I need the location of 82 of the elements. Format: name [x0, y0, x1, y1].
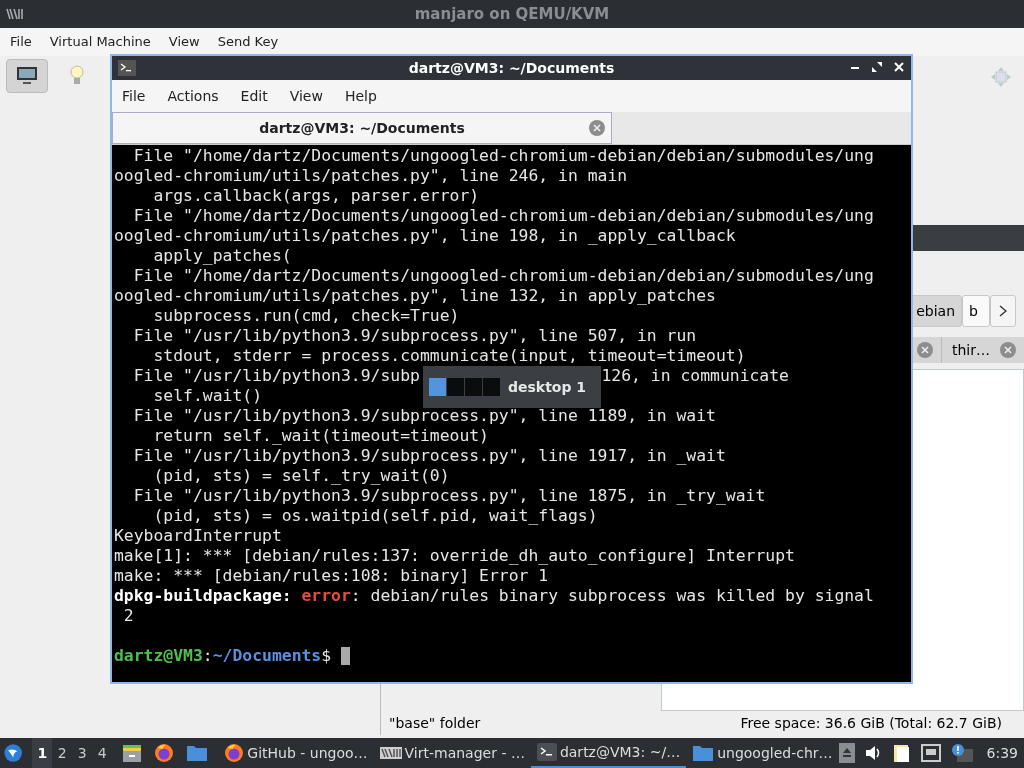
- output-line: self.wait(): [152, 386, 263, 406]
- output-line: (pid, sts) = self._try_wait(0): [152, 466, 450, 486]
- workspace-button[interactable]: 3: [72, 738, 93, 768]
- clipboard-icon[interactable]: [892, 743, 911, 763]
- tab[interactable]: thir…: [952, 339, 990, 361]
- output-line: make[1]: *** [debian/rules:137: override_dh_auto_configure] Interrupt: [114, 546, 795, 566]
- tab[interactable]: b: [962, 295, 990, 327]
- taskbar-button[interactable]: Virt-manager - …: [373, 738, 531, 768]
- chevron-right-icon: [999, 305, 1007, 317]
- output-line: (pid, sts) = os.waitpid(self.pid, wait_flags): [152, 506, 598, 526]
- output-line: File "/usr/lib/python3.9/subprocess.py", line 1917, in _wait: [132, 446, 726, 466]
- menu-item[interactable]: View: [289, 85, 323, 107]
- output-line: File "/home/dartz/Documents/ungoogled-chromium-debian/debian/submodules/ung: [132, 266, 874, 286]
- close-tab-icon[interactable]: [1000, 342, 1016, 358]
- task-label: ungoogled-chr…: [717, 743, 833, 763]
- eject-icon[interactable]: [838, 743, 855, 763]
- menu-item[interactable]: Virtual Machine: [49, 32, 151, 52]
- output-line: File "/home/dartz/Documents/ungoogled-chromium-debian/debian/submodules/ung: [132, 206, 874, 226]
- folder-icon: [186, 744, 209, 762]
- menu-item[interactable]: Actions: [167, 85, 219, 107]
- task-label: Virt-manager - …: [404, 743, 525, 763]
- output-line: 2: [122, 606, 134, 626]
- output-line: oogled-chromium/utils/patches.py", line 132, in apply_patches: [114, 286, 716, 306]
- output-line: dpkg-buildpackage: error: debian/rules binary subprocess was killed by signal: [114, 586, 874, 606]
- app-logo-icon: [6, 8, 24, 20]
- output-line: oogled-chromium/utils/patches.py", line 198, in _apply_callback: [114, 226, 736, 246]
- output-line: KeyboardInterrupt: [114, 526, 282, 546]
- window-title: manjaro on QEMU/KVM: [414, 3, 610, 25]
- terminal-icon: [536, 743, 557, 761]
- move-icon: [990, 66, 1012, 88]
- workspace-button[interactable]: 2: [52, 738, 73, 768]
- output-line: subprocess.run(cmd, check=True): [152, 306, 460, 326]
- task-label: dartz@VM3: ~/…: [559, 742, 681, 762]
- close-tab-icon[interactable]: [589, 120, 605, 136]
- cursor: [341, 647, 350, 665]
- output-line: args.callback(args, parser.error): [152, 186, 480, 206]
- terminal-icon: [118, 60, 136, 76]
- clock: 6:39: [986, 743, 1019, 763]
- terminal-tab[interactable]: dartz@VM3: ~/Documents: [112, 112, 612, 144]
- status-text: "base" folder: [389, 713, 481, 733]
- taskbar-button[interactable]: ungoogled-chr…: [686, 738, 839, 768]
- close-tab-icon[interactable]: [917, 342, 933, 358]
- output-line: make: *** [debian/rules:108: binary] Error 1: [114, 566, 549, 586]
- output-line: return self._wait(timeout=timeout): [152, 426, 489, 446]
- desktop-label: desktop 1: [508, 377, 587, 397]
- network-icon[interactable]: [920, 744, 941, 762]
- taskbar-button[interactable]: GitHub - ungoo…: [218, 738, 374, 768]
- free-space-text: Free space: 36.6 GiB (Total: 62.7 GiB): [740, 713, 1002, 733]
- prompt-line: dartz@VM3:~/Documents$: [114, 646, 350, 666]
- output-line: oogled-chromium/utils/patches.py", line 246, in main: [114, 166, 628, 186]
- console-button[interactable]: [6, 59, 48, 93]
- output-line: File "/usr/lib/python3.9/subprocess.py", line 1189, in wait: [132, 406, 716, 426]
- lightbulb-icon: [70, 65, 84, 87]
- menu-item[interactable]: File: [122, 85, 146, 107]
- output-text: 126, in communicate: [601, 366, 789, 385]
- output-text: File "/usr/lib/python3.9/subp: [132, 366, 420, 385]
- notification-icon[interactable]: [950, 743, 973, 763]
- output-line: File "/usr/lib/python3.9/subprocess.py", line 507, in run: [132, 326, 697, 346]
- output-line: apply_patches(: [152, 246, 292, 266]
- workspace-button[interactable]: 1: [32, 738, 53, 768]
- virt-manager-icon: [379, 746, 402, 760]
- output-line: File "/usr/lib/python3.9/subprocess.py", line 1875, in _try_wait: [132, 486, 766, 506]
- workspace-button[interactable]: 4: [92, 738, 113, 768]
- start-menu-icon[interactable]: [4, 742, 23, 764]
- task-label: GitHub - ungoo…: [247, 743, 368, 763]
- output-line: File "/home/dartz/Documents/ungoogled-chromium-debian/debian/submodules/ung: [132, 146, 874, 166]
- menu-item[interactable]: Help: [344, 85, 377, 107]
- taskbar-button[interactable]: dartz@VM3: ~/…: [530, 738, 687, 768]
- folder-icon: [692, 744, 715, 762]
- scroll-tabs-button[interactable]: [990, 295, 1016, 327]
- menu-item[interactable]: Edit: [240, 85, 268, 107]
- window-title: dartz@VM3: ~/Documents: [408, 58, 615, 78]
- close-icon[interactable]: [893, 61, 905, 73]
- menu-item[interactable]: View: [168, 32, 200, 52]
- menu-item[interactable]: File: [10, 32, 32, 52]
- maximize-icon[interactable]: [871, 61, 883, 73]
- browser-icon: [154, 743, 175, 763]
- menu-item[interactable]: Send Key: [217, 32, 279, 52]
- monitor-icon: [16, 66, 38, 86]
- file-cabinet-icon: [122, 743, 143, 763]
- output-line: stdout, stderr = process.communicate(input, timeout=timeout): [152, 346, 746, 366]
- browser-icon: [224, 743, 245, 763]
